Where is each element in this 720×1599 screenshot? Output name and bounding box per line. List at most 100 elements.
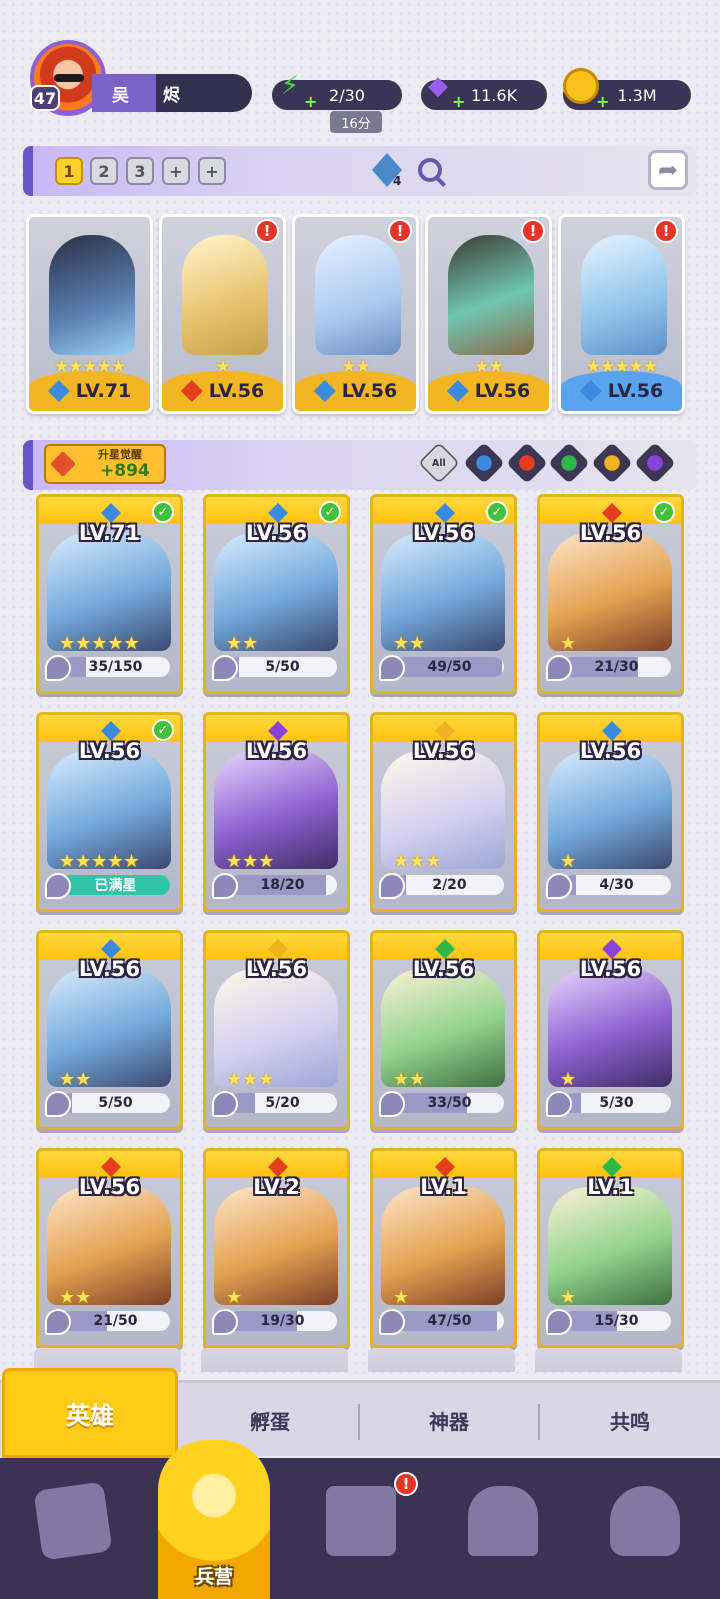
hero-stars: ★★ bbox=[59, 1069, 92, 1090]
team-gem-count: 4 bbox=[393, 174, 402, 188]
hero-card[interactable]: LV.56 ★★★ 5/20 bbox=[203, 930, 350, 1130]
water-element-icon bbox=[602, 721, 622, 741]
nav-map[interactable] bbox=[316, 1476, 406, 1566]
stamina-plus-icon[interactable]: + bbox=[304, 92, 317, 111]
shard-progress-bar: 15/30 bbox=[562, 1311, 671, 1331]
team-card[interactable]: ★★ LV.56 ! bbox=[292, 214, 419, 414]
team-card[interactable]: ★★★★★ LV.71 bbox=[26, 214, 153, 414]
hero-card[interactable]: LV.56 ★★ 5/50 bbox=[36, 930, 183, 1130]
hero-level: LV.56 bbox=[412, 521, 475, 545]
map-icon bbox=[326, 1486, 396, 1556]
hero-level: LV.56 bbox=[78, 1175, 141, 1199]
light-element-icon bbox=[435, 721, 455, 741]
team-tab-3[interactable]: 3 bbox=[126, 157, 154, 185]
team-card[interactable]: ★★ LV.56 ! bbox=[425, 214, 552, 414]
team-tab-1[interactable]: 1 bbox=[55, 157, 83, 185]
tab-artifact[interactable]: 神器 bbox=[360, 1392, 538, 1448]
shard-progress-bar: 47/50 bbox=[395, 1311, 504, 1331]
stamina-value: 2/30 bbox=[329, 85, 365, 105]
hero-level: LV.56 bbox=[579, 739, 642, 763]
hero-level: LV.71 bbox=[78, 521, 141, 545]
hero-level: LV.56 bbox=[78, 739, 141, 763]
hero-level: LV.56 bbox=[579, 521, 642, 545]
hero-level: LV.56 bbox=[245, 521, 308, 545]
shard-progress-text: 15/30 bbox=[594, 1313, 639, 1329]
team-tab-add-2[interactable]: + bbox=[198, 157, 226, 185]
shard-progress-text: 19/30 bbox=[260, 1313, 305, 1329]
gem-plus-icon[interactable]: + bbox=[452, 92, 465, 111]
shard-progress-text: 4/30 bbox=[599, 877, 634, 893]
check-icon: ✓ bbox=[319, 501, 341, 523]
hero-stars: ★★★★★ bbox=[59, 851, 140, 872]
shard-progress-bar: 2/20 bbox=[395, 875, 504, 895]
hero-level: LV.56 bbox=[78, 957, 141, 981]
team-tab-add-1[interactable]: + bbox=[162, 157, 190, 185]
light-element-icon bbox=[268, 939, 288, 959]
hero-level: LV.56 bbox=[245, 739, 308, 763]
hero-card[interactable]: LV.2 ★ 19/30 bbox=[203, 1148, 350, 1348]
nav-shrine[interactable] bbox=[458, 1476, 548, 1566]
shard-progress-bar: 5/50 bbox=[61, 1093, 170, 1113]
shard-icon bbox=[546, 1091, 572, 1117]
hero-card[interactable]: LV.56 ★★★ 18/20 bbox=[203, 712, 350, 912]
mushroom-icon bbox=[610, 1486, 680, 1556]
hero-stars: ★★★ bbox=[226, 851, 275, 872]
hero-card[interactable]: ✓ LV.56 ★★★★★ 已满星 bbox=[36, 712, 183, 912]
hero-card[interactable]: LV.56 ★★★ 2/20 bbox=[370, 712, 517, 912]
shard-progress-bar: 已满星 bbox=[61, 875, 170, 895]
shard-progress-bar: 5/30 bbox=[562, 1093, 671, 1113]
water-element-icon bbox=[47, 380, 70, 402]
coin-plus-icon[interactable]: + bbox=[596, 92, 609, 111]
tab-resonance[interactable]: 共鸣 bbox=[540, 1392, 720, 1448]
shard-icon bbox=[546, 1309, 572, 1335]
tab-heroes[interactable]: 英雄 bbox=[2, 1368, 178, 1458]
shard-progress-bar: 21/50 bbox=[61, 1311, 170, 1331]
team-tab-2[interactable]: 2 bbox=[90, 157, 118, 185]
hero-stars: ★★★★★ bbox=[59, 633, 140, 654]
hero-card[interactable]: ✓ LV.56 ★★ 49/50 bbox=[370, 494, 517, 694]
hero-card[interactable]: ✓ LV.56 ★ 21/30 bbox=[537, 494, 684, 694]
shard-progress-text: 18/20 bbox=[260, 877, 305, 893]
nav-map-alert: ! bbox=[394, 1472, 418, 1496]
nav-barracks-label: 兵营 bbox=[194, 1566, 233, 1588]
player-name: 吴 烬 bbox=[92, 74, 252, 112]
shard-progress-text: 49/50 bbox=[427, 659, 472, 675]
shard-progress-bar: 5/20 bbox=[228, 1093, 337, 1113]
shard-icon bbox=[379, 873, 405, 899]
earth-element-icon bbox=[602, 1157, 622, 1177]
water-element-icon bbox=[101, 503, 121, 523]
hero-portrait bbox=[448, 235, 534, 355]
hero-level: LV.56 bbox=[208, 380, 265, 402]
hero-card[interactable]: LV.56 ★★ 33/50 bbox=[370, 930, 517, 1130]
nav-cards[interactable] bbox=[28, 1476, 118, 1566]
shard-progress-text: 已满星 bbox=[94, 878, 137, 894]
shard-icon bbox=[379, 655, 405, 681]
cards-icon bbox=[33, 1481, 113, 1561]
hero-card[interactable]: LV.1 ★ 15/30 bbox=[537, 1148, 684, 1348]
shard-progress-bar: 4/30 bbox=[562, 875, 671, 895]
shard-progress-bar: 5/50 bbox=[228, 657, 337, 677]
shard-progress-bar: 21/30 bbox=[562, 657, 671, 677]
nav-mushroom[interactable] bbox=[600, 1476, 690, 1566]
hero-card[interactable]: LV.56 ★★ 21/50 bbox=[36, 1148, 183, 1348]
team-card[interactable]: ★★★★★ LV.56 ! bbox=[558, 214, 685, 414]
search-icon[interactable] bbox=[418, 158, 442, 182]
coin-icon bbox=[563, 68, 599, 104]
hero-card[interactable]: LV.56 ★ 5/30 bbox=[537, 930, 684, 1130]
team-card[interactable]: ★ LV.56 ! bbox=[159, 214, 286, 414]
water-element-icon bbox=[579, 380, 602, 402]
hero-card[interactable]: LV.56 ★ 4/30 bbox=[537, 712, 684, 912]
hero-card[interactable]: ✓ LV.71 ★★★★★ 35/150 bbox=[36, 494, 183, 694]
hero-card[interactable]: ✓ LV.56 ★★ 5/50 bbox=[203, 494, 350, 694]
shard-progress-text: 5/50 bbox=[98, 1095, 133, 1111]
hero-level-bar: LV.56 bbox=[295, 371, 416, 411]
shard-progress-bar: 49/50 bbox=[395, 657, 504, 677]
share-icon[interactable]: ➦ bbox=[648, 150, 688, 190]
hero-card[interactable]: LV.1 ★ 47/50 bbox=[370, 1148, 517, 1348]
gem-icon: ◆ bbox=[428, 71, 448, 101]
shard-icon bbox=[212, 873, 238, 899]
awaken-value: +894 bbox=[100, 461, 150, 481]
shard-progress-bar: 19/30 bbox=[228, 1311, 337, 1331]
water-element-icon bbox=[446, 380, 469, 402]
water-element-icon bbox=[435, 503, 455, 523]
